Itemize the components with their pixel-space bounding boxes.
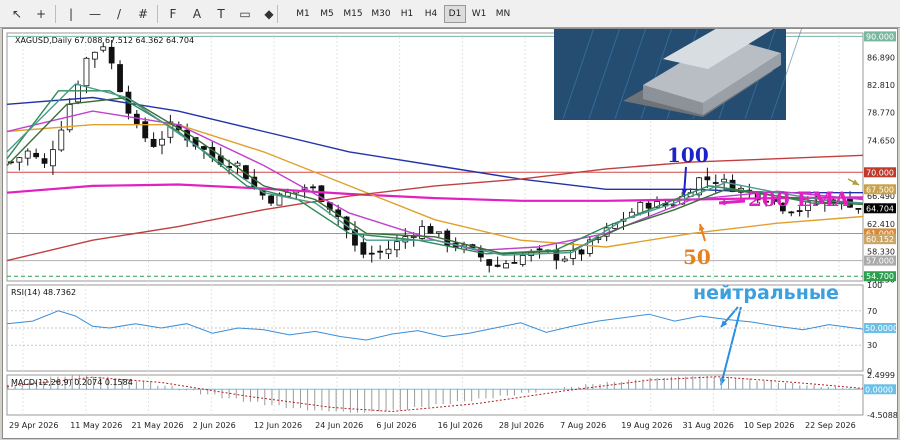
candle	[117, 60, 123, 93]
timeframe-m30-button[interactable]: M30	[368, 5, 394, 23]
price-tick: 58.330	[867, 248, 895, 257]
label-100: 100	[667, 143, 709, 167]
toolbar-separator	[55, 5, 56, 23]
cursor-icon[interactable]: ↖	[6, 3, 28, 24]
date-tick: 19 Aug 2026	[621, 421, 672, 430]
date-tick: 12 Jun 2026	[254, 421, 302, 430]
date-tick: 10 Sep 2026	[744, 421, 795, 430]
toolbar-separator	[277, 5, 278, 23]
toolbar-separator	[157, 5, 158, 23]
timeframe-mn-button[interactable]: MN	[492, 5, 514, 23]
price-label: 90.000	[866, 32, 894, 41]
timeframe-m1-button[interactable]: M1	[292, 5, 314, 23]
macd-tick: 0.0000	[865, 385, 893, 394]
fibonacci-icon[interactable]: F	[162, 3, 184, 24]
price-label: 60.152	[866, 235, 894, 244]
rsi-label: RSI(14) 48.7362	[11, 288, 76, 297]
price-label: 54.700	[866, 272, 894, 281]
mt4-window: ↖ + | — / # F A T ▭ ◆ M1 M5 M15 M30 H1 H4 D1 W1 MN XAGUSD,D…	[0, 0, 900, 440]
date-tick: 24 Jun 2026	[315, 421, 363, 430]
trendline-icon[interactable]: /	[108, 3, 130, 24]
rsi-value: 50.0000	[865, 324, 897, 333]
date-tick: 31 Aug 2026	[683, 421, 734, 430]
symbol-info: XAGUSD,Daily 67.088 67.512 64.362 64.704	[15, 36, 194, 45]
date-tick: 29 Apr 2026	[9, 421, 58, 430]
timeframe-m5-button[interactable]: M5	[316, 5, 338, 23]
rsi-tick: 30	[867, 341, 877, 350]
chart-frame: XAGUSD,Daily 67.088 67.512 64.362 64.704…	[2, 28, 898, 439]
label-neutral: нейтральные	[693, 282, 839, 304]
label-50: 50	[683, 245, 711, 269]
date-tick: 11 May 2026	[70, 421, 122, 430]
price-tick: 78.770	[867, 109, 895, 118]
date-tick: 16 Jul 2026	[438, 421, 483, 430]
date-tick: 6 Jul 2026	[376, 421, 416, 430]
date-tick: 28 Jul 2026	[499, 421, 544, 430]
macd-label: MACD(12,26,9) 0.2074 0.1584	[11, 378, 133, 387]
price-label: 57.000	[866, 257, 894, 266]
timeframe-w1-button[interactable]: W1	[468, 5, 490, 23]
text-icon[interactable]: A	[186, 3, 208, 24]
price-tick: 74.650	[867, 137, 895, 146]
toolbar: ↖ + | — / # F A T ▭ ◆ M1 M5 M15 M30 H1 H4 D1 W1 MN	[0, 0, 900, 28]
label-200-ema: 200 EMA	[748, 187, 850, 211]
date-tick: 22 Sep 2026	[805, 421, 856, 430]
date-tick: 2 Jun 2026	[193, 421, 236, 430]
price-label: 64.704	[866, 204, 894, 213]
price-tick: 82.810	[867, 81, 895, 90]
macd-panel[interactable]	[6, 374, 864, 416]
price-tick: 86.890	[867, 54, 895, 63]
macd-tick: -4.5088	[867, 411, 897, 420]
timeframe-h4-button[interactable]: H4	[420, 5, 442, 23]
price-chart[interactable]: XAGUSD,Daily 67.088 67.512 64.362 64.704…	[3, 29, 897, 438]
timeframe-d1-button[interactable]: D1	[444, 5, 466, 23]
channel-icon[interactable]: #	[132, 3, 154, 24]
timeframe-m15-button[interactable]: M15	[340, 5, 366, 23]
date-tick: 21 May 2026	[131, 421, 183, 430]
rsi-tick: 100	[867, 281, 882, 290]
rsi-tick: 70	[867, 307, 877, 316]
price-axis: 90.00086.89082.81078.77074.65070.00066.4…	[867, 32, 895, 284]
horizontal-line-icon[interactable]: —	[84, 3, 106, 24]
price-label: 70.000	[866, 168, 894, 177]
crosshair-icon[interactable]: +	[30, 3, 52, 24]
silver-bars-image	[554, 29, 803, 120]
macd-tick: 2.4999	[867, 371, 895, 380]
price-label: 67.500	[866, 185, 894, 194]
date-tick: 7 Aug 2026	[560, 421, 606, 430]
vertical-line-icon[interactable]: |	[60, 3, 82, 24]
label-icon[interactable]: T	[210, 3, 232, 24]
timeframe-h1-button[interactable]: H1	[396, 5, 418, 23]
rectangle-icon[interactable]: ▭	[234, 3, 256, 24]
date-axis: 29 Apr 2026 11 May 2026 21 May 2026 2 Jun 2…	[9, 421, 856, 430]
price-tick: 62.410	[867, 220, 895, 229]
